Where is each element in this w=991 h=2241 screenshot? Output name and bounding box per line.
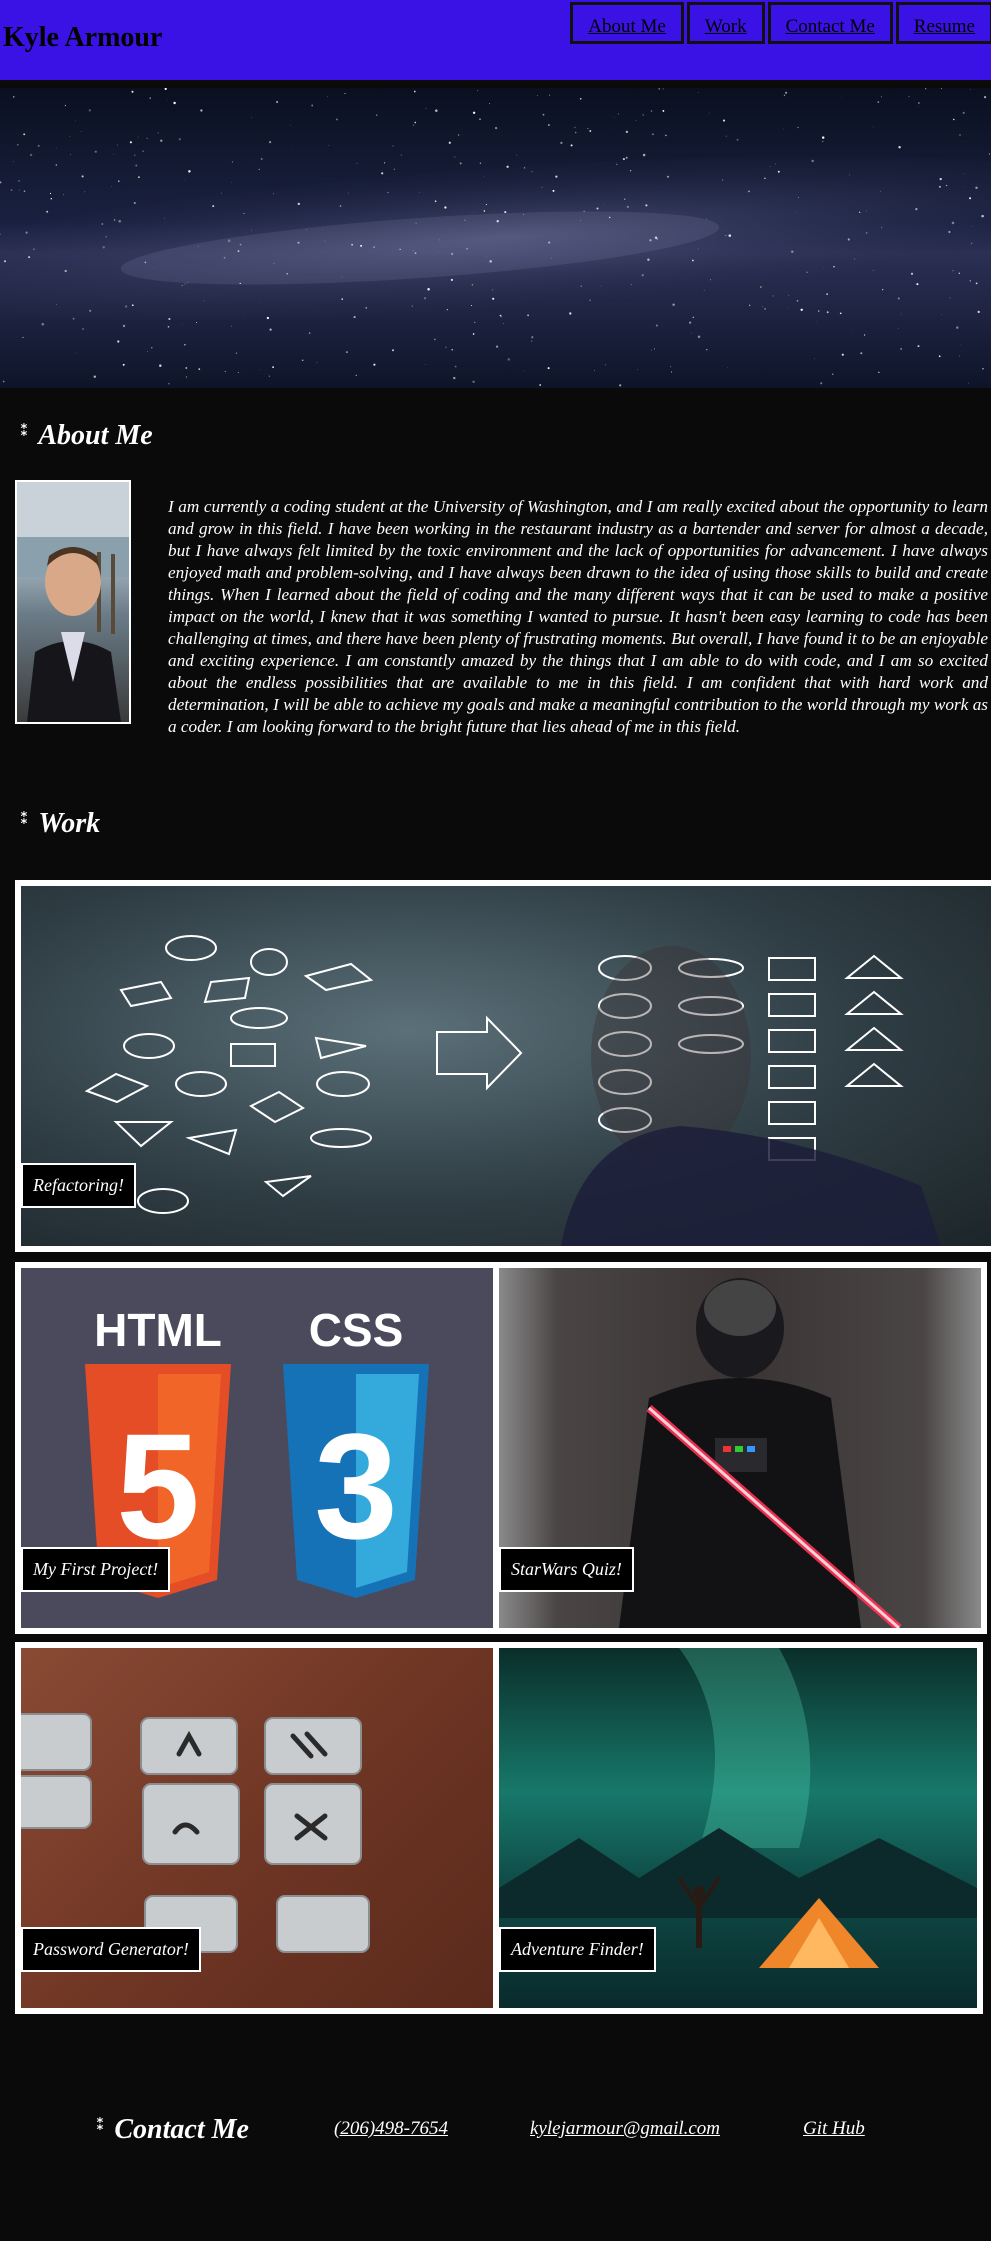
star-icon: ⁑ [96, 2117, 105, 2134]
work-frame-1: Refactoring! [15, 880, 991, 1252]
profile-photo [15, 480, 131, 724]
star-icon: ⁑ [20, 811, 29, 828]
about-heading: ⁑ About Me [20, 420, 153, 452]
main-nav: About Me Work Contact Me Resume [570, 2, 991, 44]
html-logo-text: HTML [94, 1304, 222, 1356]
html5-number: 5 [116, 1402, 199, 1570]
nav-contact-me[interactable]: Contact Me [767, 2, 893, 44]
github-link[interactable]: Git Hub [803, 2118, 865, 2140]
project-label: My First Project! [21, 1547, 171, 1592]
work-frame-2: HTML CSS 5 3 My First Project! StarWars … [15, 1262, 987, 1634]
project-card-refactoring[interactable]: Refactoring! [21, 886, 991, 1246]
project-label: Adventure Finder! [499, 1927, 656, 1972]
site-header: Kyle Armour About Me Work Contact Me Res… [0, 0, 991, 84]
about-heading-text: About Me [38, 420, 153, 451]
css-logo-text: CSS [309, 1304, 404, 1356]
css3-number: 3 [314, 1402, 397, 1570]
nav-about-me[interactable]: About Me [570, 2, 684, 44]
contact-heading-text: Contact Me [114, 2114, 249, 2145]
about-paragraph: I am currently a coding student at the U… [168, 497, 988, 736]
project-label: Password Generator! [21, 1927, 201, 1972]
work-heading-text: Work [38, 808, 101, 839]
star-icon: ⁑ [20, 423, 29, 440]
email-link[interactable]: kylejarmour@gmail.com [530, 2118, 720, 2140]
milky-way-image [0, 88, 991, 388]
project-card-starwars-quiz[interactable]: StarWars Quiz! [499, 1268, 981, 1628]
contact-heading: ⁑ Contact Me [96, 2114, 249, 2146]
project-card-adventure-finder[interactable]: Adventure Finder! [499, 1648, 977, 2008]
work-frame-3: Password Generator! Adventure Finder! [15, 1642, 983, 2014]
refactoring-diagram-image [84, 935, 941, 1246]
project-label: Refactoring! [21, 1163, 136, 1208]
work-heading: ⁑ Work [20, 808, 100, 840]
project-card-password-generator[interactable]: Password Generator! [21, 1648, 493, 2008]
nav-work[interactable]: Work [686, 2, 765, 44]
phone-link[interactable]: (206)498-7654 [334, 2118, 448, 2140]
person-portrait-image [17, 482, 129, 722]
project-label: StarWars Quiz! [499, 1547, 634, 1592]
project-card-first-project[interactable]: HTML CSS 5 3 My First Project! [21, 1268, 493, 1628]
hero-banner-image [0, 88, 991, 388]
nav-resume[interactable]: Resume [895, 2, 991, 44]
site-title: Kyle Armour [3, 22, 163, 53]
